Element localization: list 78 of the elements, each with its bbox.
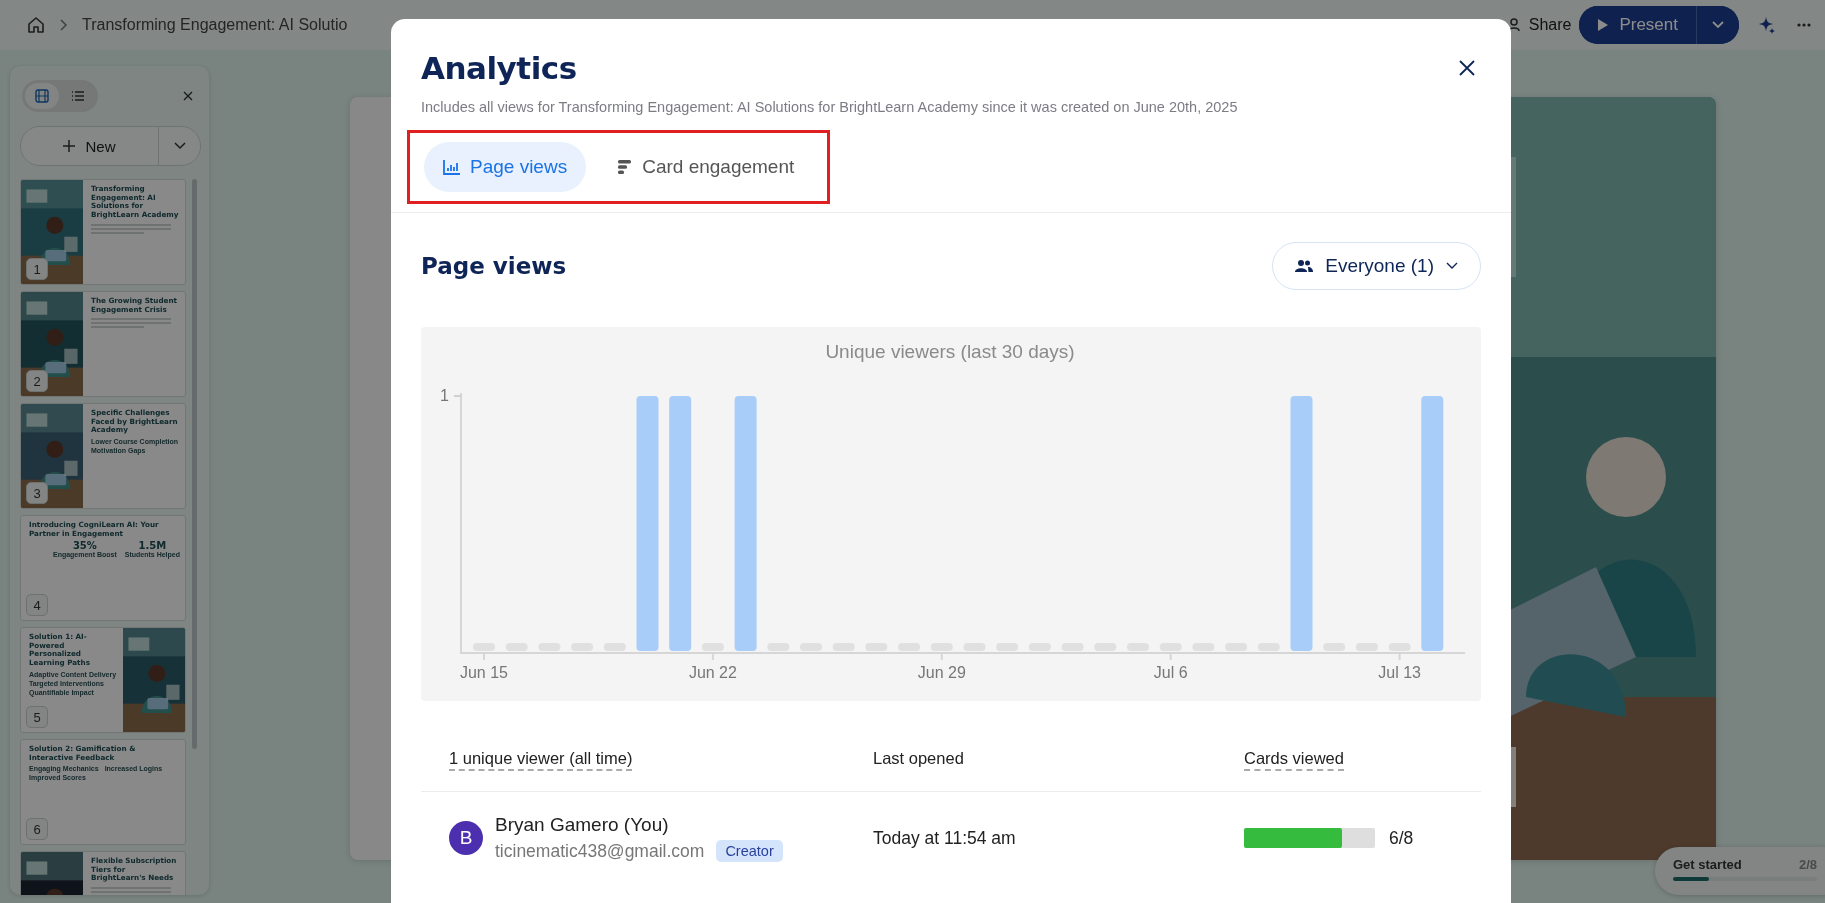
column-header: 1 unique viewer (all time): [449, 749, 633, 771]
caret-icon: [173, 142, 186, 150]
slide-number: 1: [26, 258, 48, 280]
bar: [505, 643, 528, 651]
bar: [832, 643, 855, 651]
tick-label: 1: [440, 387, 449, 404]
new-button[interactable]: New: [21, 127, 158, 165]
slide-number: 3: [26, 482, 48, 504]
bar: [865, 643, 888, 651]
bar: [996, 643, 1019, 651]
bar: [800, 643, 822, 651]
bar: [538, 643, 561, 651]
section-title: Page views: [421, 253, 567, 279]
role-badge: Creator: [716, 840, 783, 862]
slide-number: 4: [26, 594, 48, 616]
bar: [1323, 643, 1346, 651]
slide-stat: 35%: [72, 540, 97, 552]
document-title[interactable]: Transforming Engagement: AI Solutio: [82, 16, 348, 34]
last-opened: Today at 11:54 am: [873, 827, 1017, 849]
audience-dropdown[interactable]: Everyone (1): [1272, 242, 1481, 290]
bar: [930, 643, 953, 651]
tick-label: Jul 13: [1378, 664, 1421, 681]
viewer-name: Bryan Gamero (You): [495, 814, 670, 836]
grid-view-button[interactable]: [25, 83, 59, 109]
slide-number: 6: [26, 818, 48, 840]
slide-number: 5: [26, 706, 48, 728]
bar: [1388, 643, 1411, 651]
plus-icon: [63, 140, 76, 152]
people-icon: [1295, 259, 1314, 273]
slide-stat: 1.5M: [138, 540, 167, 552]
home-icon[interactable]: [26, 15, 46, 35]
chart-title: Unique viewers (last 30 days): [825, 341, 1075, 362]
avatar: B: [449, 821, 483, 855]
bar: [767, 643, 790, 651]
bar: [1355, 643, 1378, 651]
film-icon: [35, 89, 49, 103]
column-header: Cards viewed: [1244, 749, 1344, 771]
horizontal-bars-icon: [617, 159, 634, 175]
tick-label: Jun 22: [688, 664, 737, 681]
bar: [473, 643, 495, 651]
more-icon[interactable]: [1797, 22, 1811, 28]
bar: [603, 643, 626, 651]
scrollbar[interactable]: [192, 179, 197, 749]
list-icon: [71, 90, 85, 102]
get-started-label: Get started: [1673, 857, 1742, 872]
share-button[interactable]: Share: [1501, 15, 1578, 35]
bar: [1028, 643, 1051, 651]
bar: [701, 643, 724, 651]
bar: [1061, 643, 1084, 651]
present-menu-button[interactable]: [1696, 6, 1739, 44]
slide-number: 2: [26, 370, 48, 392]
tab[interactable]: Page views: [424, 142, 587, 192]
tick-label: Jun 15: [460, 664, 508, 681]
get-started-widget[interactable]: Get started 2/8: [1655, 847, 1825, 895]
progress-count: 2/8: [1798, 857, 1817, 872]
dialog-title: Analytics: [421, 50, 577, 86]
viewer-email: ticinematic438@gmail.com: [495, 840, 705, 862]
column-header: Last opened: [873, 749, 964, 769]
tick-label: Jun 29: [917, 664, 966, 681]
bar: [1257, 643, 1280, 651]
dialog-subtitle: Includes all views for Transforming Engagement: AI Solutions for BrightLearn Academy since it was created on June 20th, 2025: [421, 99, 1239, 115]
bar: [571, 643, 594, 651]
bar: [1094, 643, 1117, 651]
bar: [1127, 643, 1149, 651]
bar: [898, 643, 921, 651]
caret-icon: [1711, 20, 1725, 30]
bar: [1159, 643, 1182, 651]
bar-chart-icon: [443, 159, 461, 175]
tab[interactable]: Card engagement: [598, 142, 814, 192]
caret-icon: [1446, 262, 1458, 270]
play-icon: [1597, 18, 1610, 32]
bar: [963, 643, 986, 651]
close-icon[interactable]: [1459, 60, 1475, 76]
tick-label: Jul 6: [1153, 664, 1188, 681]
bar: [1225, 643, 1248, 651]
chevron-icon: [58, 18, 68, 32]
bar: [1192, 643, 1215, 651]
cards-count: 6/8: [1389, 827, 1414, 849]
